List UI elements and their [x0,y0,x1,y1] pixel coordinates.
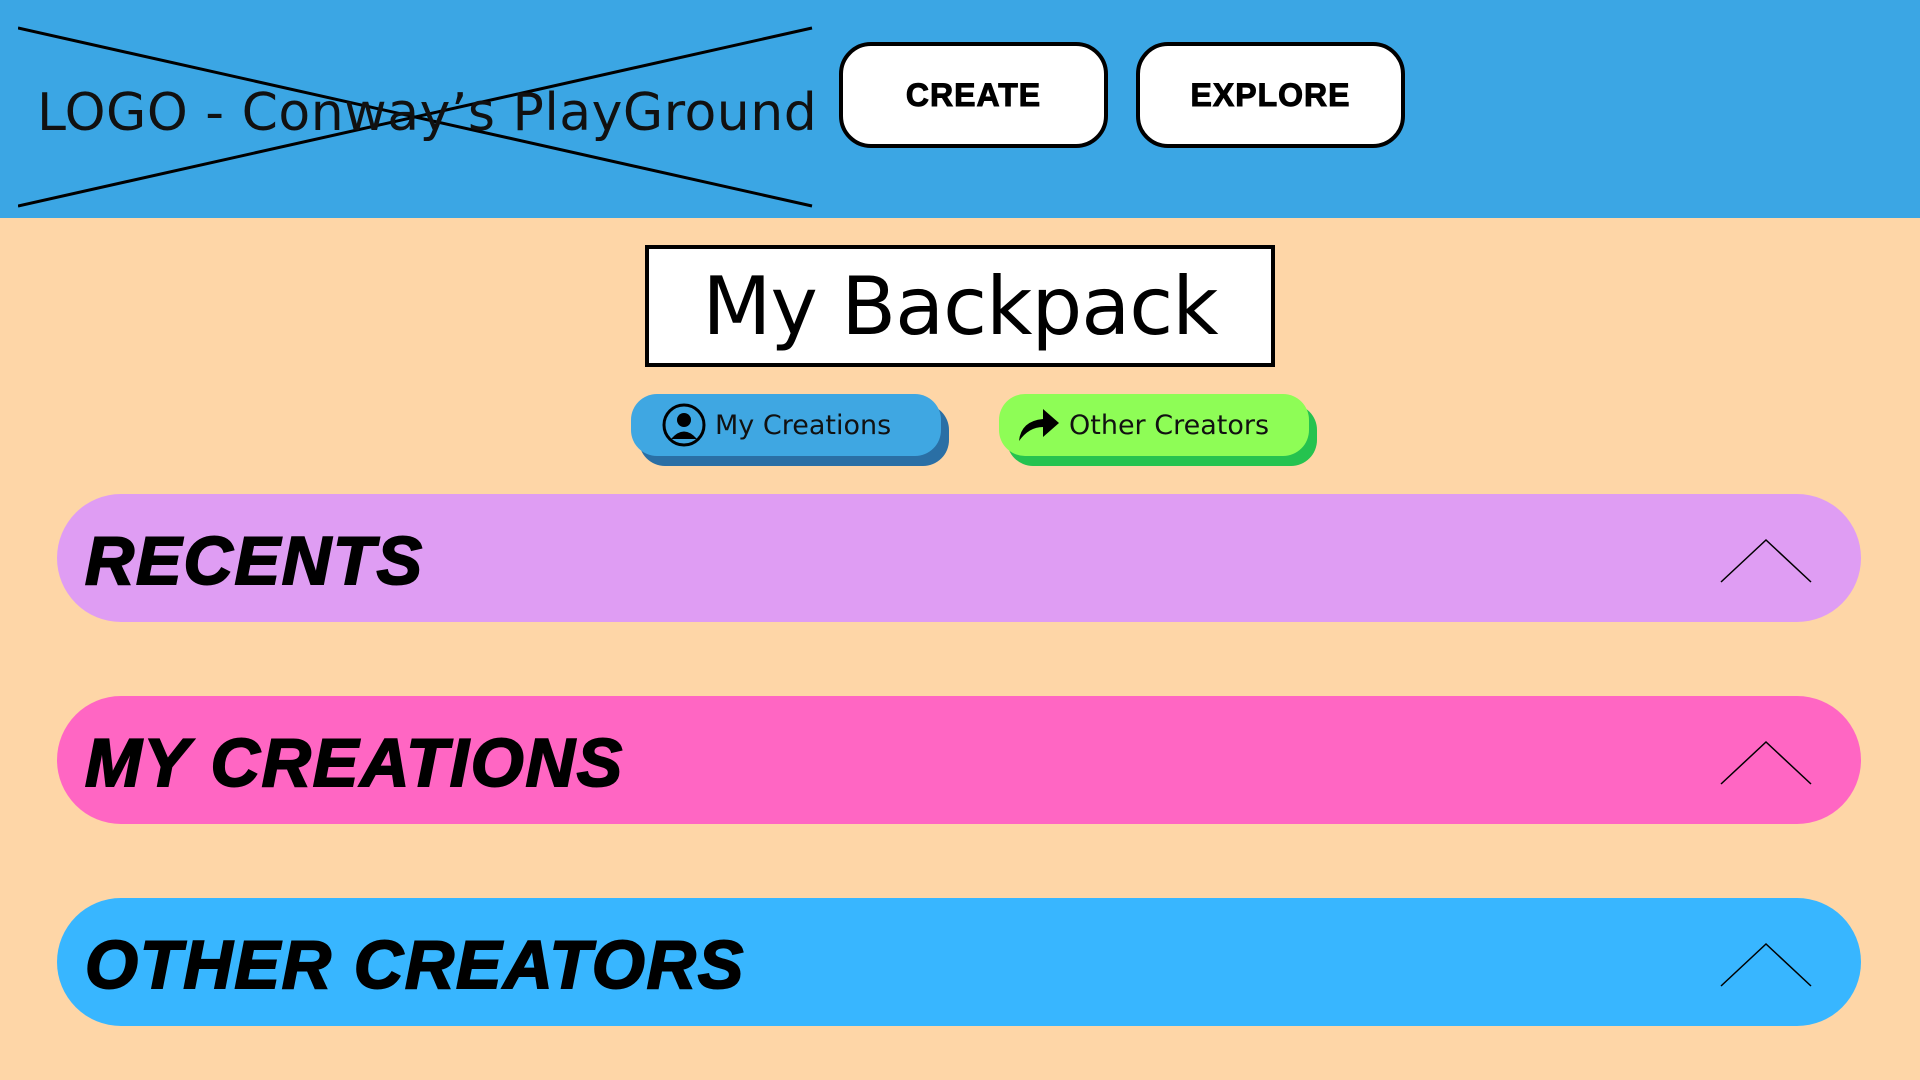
recents-section-header[interactable]: RECENTS [57,494,1861,622]
user-circle-icon [661,402,707,448]
chevron-up-icon[interactable] [1720,942,1812,988]
other-creators-section-label: OTHER CREATORS [84,926,746,1004]
logo-text: LOGO - Conway’s PlayGround [37,83,818,143]
chevron-up-icon[interactable] [1720,538,1812,584]
create-button[interactable]: CREATE [839,42,1108,148]
top-header: LOGO - Conway’s PlayGround CREATE EXPLOR… [0,0,1920,218]
my-creations-section-header[interactable]: MY CREATIONS [57,696,1861,824]
other-creators-filter-button[interactable]: Other Creators [999,394,1309,456]
recents-section-label: RECENTS [84,522,424,600]
other-creators-section-header[interactable]: OTHER CREATORS [57,898,1861,1026]
other-creators-filter-label: Other Creators [1069,409,1270,441]
page-title: My Backpack [645,245,1275,367]
chevron-up-icon[interactable] [1720,740,1812,786]
logo-placeholder[interactable]: LOGO - Conway’s PlayGround [18,25,818,209]
my-creations-section-label: MY CREATIONS [84,724,625,802]
share-arrow-icon [1015,405,1061,445]
explore-button[interactable]: EXPLORE [1136,42,1405,148]
my-creations-filter-button[interactable]: My Creations [631,394,941,456]
my-creations-filter-label: My Creations [715,409,892,441]
